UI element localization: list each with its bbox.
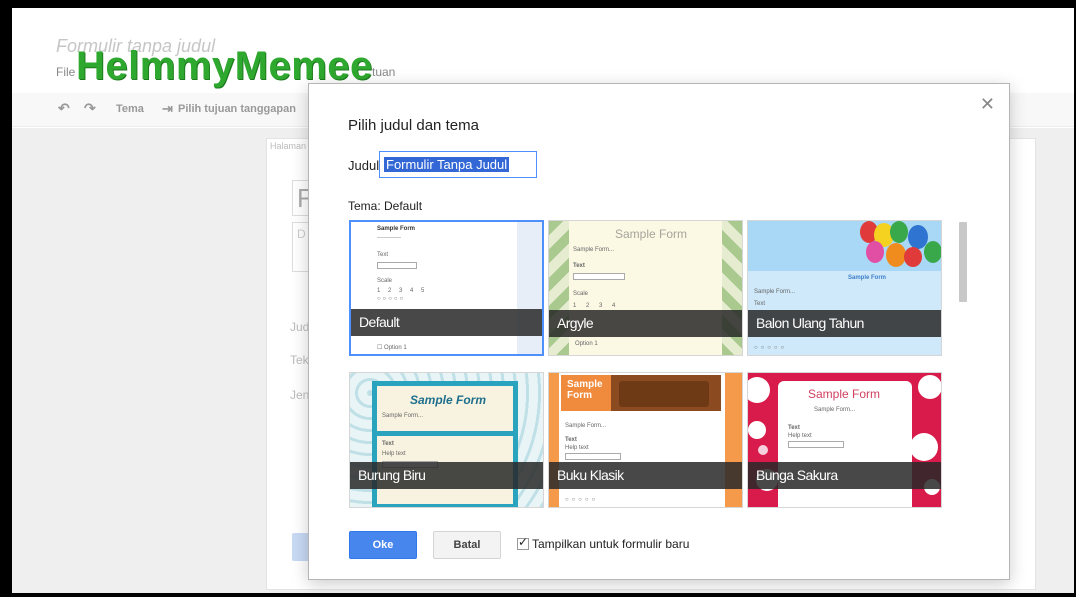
theme-name: Buku Klasik	[549, 462, 742, 489]
preview-text-label: Text	[382, 441, 394, 447]
preview-title: Sample Form	[615, 227, 688, 241]
preview-text-label: Text	[573, 263, 585, 269]
dialog-title: Pilih judul dan tema	[348, 117, 479, 134]
theme-name: Burung Biru	[350, 462, 543, 489]
theme-tile-argyle[interactable]: Sample Form Sample Form... Text Scale 1 …	[548, 220, 743, 356]
theme-tile-bunga-sakura[interactable]: Sample Form Sample Form... Text Help tex…	[747, 372, 942, 508]
theme-name: Bunga Sakura	[748, 462, 941, 489]
theme-grid: Sample Form Text Scale 1 2 3 4 5 ○○○○○ D…	[349, 220, 945, 514]
show-for-new-forms-option[interactable]: Tampilkan untuk formulir baru	[517, 535, 690, 551]
theme-tile-default[interactable]: Sample Form Text Scale 1 2 3 4 5 ○○○○○ D…	[349, 220, 544, 356]
preview-title: Sample Form	[808, 387, 881, 401]
preview-subtitle: Sample Form...	[382, 413, 424, 419]
cancel-button[interactable]: Batal	[433, 531, 501, 559]
theme-scrollbar[interactable]	[959, 220, 967, 514]
show-for-new-forms-checkbox[interactable]	[517, 535, 529, 550]
preview-text-label: Text	[754, 301, 766, 307]
theme-button[interactable]: Tema	[116, 103, 144, 115]
preview-help-text: Help text	[382, 451, 406, 457]
preview-title: Sample Form	[410, 393, 487, 407]
theme-name: Default	[351, 309, 542, 336]
preview-subtitle: Sample Form...	[814, 407, 856, 413]
theme-tile-burung-biru[interactable]: Sample Form Sample Form... Text Help tex…	[349, 372, 544, 508]
preview-title: Sample Form	[567, 379, 603, 401]
theme-name: Argyle	[549, 310, 742, 337]
preview-text-label: Text	[377, 252, 389, 258]
preview-scale-label: Scale	[573, 291, 589, 297]
redo-icon[interactable]: ↷	[84, 100, 96, 117]
preview-text-label: Text	[788, 425, 800, 431]
preview-help-text: Help text	[565, 445, 589, 451]
page-label: Halaman	[270, 141, 307, 151]
theme-tile-balon-ulang-tahun[interactable]: Sample Form Sample Form... Text Balon Ul…	[747, 220, 942, 356]
ok-button[interactable]: Oke	[349, 531, 417, 559]
help-text-label: Tek	[290, 353, 309, 367]
app-window: Formulir tanpa judul File tuan HelmmyMem…	[12, 8, 1074, 593]
preview-scale-label: Scale	[377, 278, 393, 284]
preview-text-label: Text	[565, 437, 577, 443]
title-input[interactable]: Formulir Tanpa Judul	[379, 151, 537, 178]
theme-dialog: ✕ Pilih judul dan tema Judul Formulir Ta…	[308, 83, 1010, 580]
menu-file[interactable]: File	[56, 65, 75, 79]
preview-help-text: Help text	[788, 433, 812, 439]
preview-option: Option 1	[575, 341, 598, 347]
theme-name: Balon Ulang Tahun	[748, 310, 941, 337]
preview-subtitle: Sample Form...	[573, 247, 615, 253]
response-destination-button[interactable]: Pilih tujuan tanggapan	[178, 103, 296, 115]
title-input-value: Formulir Tanpa Judul	[384, 157, 510, 172]
response-destination-icon: ⇥	[162, 101, 173, 116]
preview-subtitle: Sample Form...	[754, 289, 796, 295]
menu-help[interactable]: tuan	[372, 65, 395, 79]
scrollbar-thumb[interactable]	[959, 222, 967, 302]
preview-title: Sample Form	[377, 226, 416, 232]
theme-tile-buku-klasik[interactable]: Sample Form Sample Form... Text Help tex…	[548, 372, 743, 508]
undo-icon[interactable]: ↶	[58, 100, 70, 117]
preview-title: Sample Form	[848, 275, 887, 281]
theme-current-label: Tema: Default	[348, 199, 423, 213]
question-title-label: Jud	[290, 320, 310, 334]
close-icon[interactable]: ✕	[980, 94, 995, 115]
checkbox-label: Tampilkan untuk formulir baru	[532, 537, 690, 551]
preview-subtitle: Sample Form...	[565, 423, 607, 429]
question-type-label: Jen	[290, 388, 310, 402]
title-field-label: Judul	[348, 158, 380, 173]
